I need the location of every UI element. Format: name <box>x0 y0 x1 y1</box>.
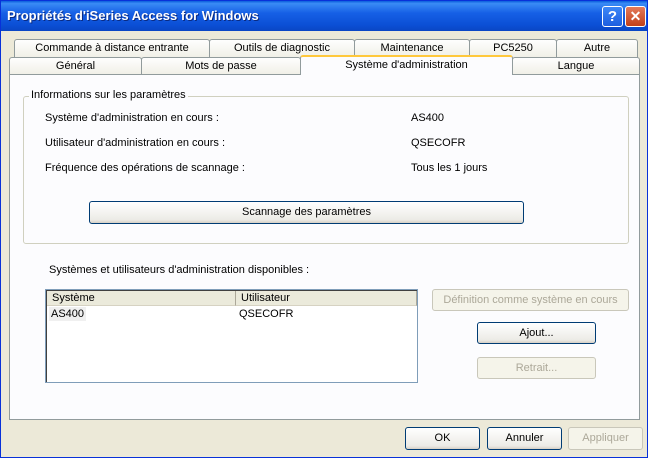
set-current-system-button[interactable]: Définition comme système en cours <box>432 289 629 311</box>
column-header-system[interactable]: Système <box>47 291 236 306</box>
window-title: Propriétés d'iSeries Access for Windows <box>7 8 259 23</box>
ok-button[interactable]: OK <box>405 427 480 450</box>
apply-button[interactable]: Appliquer <box>568 427 643 450</box>
scan-frequency-label: Fréquence des opérations de scannage : <box>45 162 245 174</box>
current-admin-user-label: Utilisateur d'administration en cours : <box>45 137 226 149</box>
row-system-cell: AS400 <box>49 307 87 321</box>
title-bar[interactable]: Propriétés d'iSeries Access for Windows … <box>1 1 647 31</box>
current-admin-user-value: QSECOFR <box>411 137 466 149</box>
add-button[interactable]: Ajout... <box>477 322 596 344</box>
row-user-cell: QSECOFR <box>239 308 294 320</box>
properties-dialog: Propriétés d'iSeries Access for Windows … <box>0 0 648 458</box>
settings-info-legend: Informations sur les paramètres <box>29 89 188 101</box>
tab-language[interactable]: Langue <box>512 57 640 75</box>
tab-remote-command[interactable]: Commande à distance entrante <box>14 39 210 58</box>
scan-settings-button[interactable]: Scannage des paramètres <box>89 201 524 224</box>
scan-frequency-value: Tous les 1 jours <box>411 162 488 174</box>
admin-systems-list[interactable]: Système Utilisateur AS400 QSECOFR <box>45 289 418 383</box>
tab-admin-system[interactable]: Système d'administration <box>300 55 513 75</box>
cancel-button[interactable]: Annuler <box>487 427 562 450</box>
column-header-user[interactable]: Utilisateur <box>236 291 417 306</box>
close-button[interactable]: ✕ <box>625 6 646 27</box>
tab-general[interactable]: Général <box>9 57 142 75</box>
tab-passwords[interactable]: Mots de passe <box>141 57 301 75</box>
current-admin-system-value: AS400 <box>411 112 445 124</box>
available-systems-label: Systèmes et utilisateurs d'administratio… <box>49 264 310 276</box>
remove-button[interactable]: Retrait... <box>477 357 596 379</box>
current-admin-system-label: Système d'administration en cours : <box>45 112 219 124</box>
tab-other[interactable]: Autre <box>556 39 638 58</box>
help-button[interactable]: ? <box>602 6 623 27</box>
